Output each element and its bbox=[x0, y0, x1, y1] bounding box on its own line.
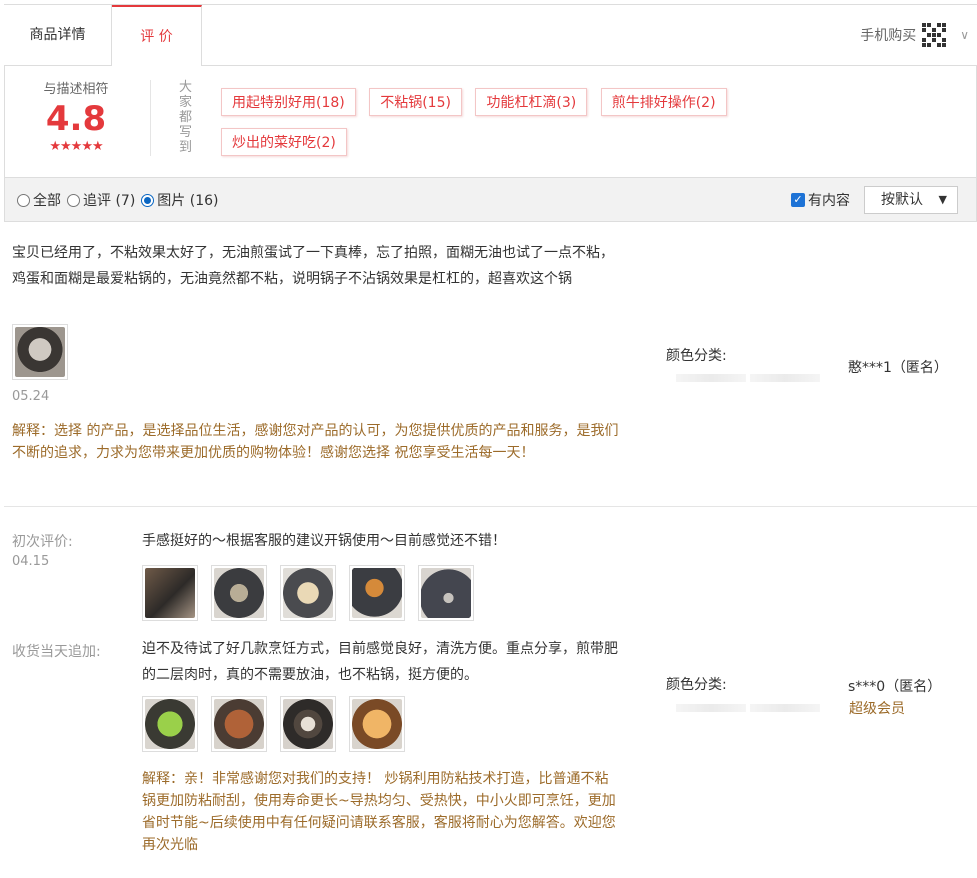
color-category-label: 颜色分类: bbox=[666, 348, 727, 364]
radio-selected-icon[interactable] bbox=[141, 193, 155, 207]
filter-bar: 全部 追评 (7) 图片 (16) ✓ 有内容 按默认 ▼ bbox=[4, 178, 977, 222]
review-photo[interactable] bbox=[280, 565, 336, 621]
score-value: 4.8 bbox=[45, 99, 107, 139]
mobile-buy-label: 手机购买 bbox=[860, 28, 917, 44]
review-photo[interactable] bbox=[211, 696, 267, 752]
filter-images-label: 图片 (16) bbox=[157, 193, 219, 209]
initial-review-label: 初次评价: bbox=[12, 534, 73, 550]
blurred-sku bbox=[676, 370, 821, 386]
divider bbox=[150, 80, 151, 156]
rating-summary: 与描述相符 4.8 ★★★★★ 大家都写到 用起特别好用(18) 不粘锅(15)… bbox=[4, 66, 977, 178]
review-date: 04.15 bbox=[12, 554, 50, 569]
filter-images[interactable]: 图片 (16) bbox=[141, 190, 218, 210]
mobile-buy[interactable]: 手机购买 ∨ bbox=[860, 5, 969, 65]
radio-icon[interactable] bbox=[17, 193, 30, 207]
review-tag[interactable]: 不粘锅(15) bbox=[369, 88, 462, 116]
seller-reply: 解释：亲！非常感谢您对我们的支持！ 炒锅利用防粘技术打造，比普通不粘锅更加防粘耐… bbox=[142, 768, 622, 856]
stove-photo bbox=[145, 568, 195, 618]
chevron-down-icon: ▼ bbox=[938, 193, 947, 206]
reply-label: 解释： bbox=[12, 423, 54, 439]
has-content-checkbox[interactable]: ✓ 有内容 bbox=[791, 190, 850, 210]
review-divider bbox=[4, 506, 977, 507]
blurred-text bbox=[750, 374, 821, 382]
tab-reviews[interactable]: 评 价 bbox=[112, 5, 202, 68]
tab-bar: 商品详情 评 价 手机购买 ∨ bbox=[4, 4, 977, 68]
review-tag[interactable]: 用起特别好用(18) bbox=[221, 88, 356, 116]
review-photo[interactable] bbox=[12, 324, 68, 380]
review-photo[interactable] bbox=[211, 565, 267, 621]
score-label: 与描述相符 bbox=[43, 82, 109, 97]
radio-icon[interactable] bbox=[67, 193, 80, 207]
everyone-says-label: 大家都写到 bbox=[179, 80, 193, 155]
followup-text: 迫不及待试了好几款烹饪方式，目前感觉良好，清洗方便。重点分享，煎带肥的二层肉时，… bbox=[142, 641, 618, 683]
reply-text: 选择 的产品，是选择品位生活，感谢您对产品的认可，为您提供优质的产品和服务，是我… bbox=[12, 423, 619, 461]
review-photo[interactable] bbox=[142, 565, 198, 621]
review-photo[interactable] bbox=[418, 565, 474, 621]
tab-product-details[interactable]: 商品详情 bbox=[4, 5, 112, 67]
food-photo bbox=[214, 699, 264, 749]
seller-reply: 解释：选择 的产品，是选择品位生活，感谢您对产品的认可，为您提供优质的产品和服务… bbox=[12, 420, 622, 464]
review-photo[interactable] bbox=[349, 696, 405, 752]
color-category: 颜色分类: bbox=[666, 345, 727, 365]
pan-photo bbox=[421, 568, 471, 618]
reply-text: 亲！非常感谢您对我们的支持！ 炒锅利用防粘技术打造，比普通不粘锅更加防粘耐刮，使… bbox=[142, 771, 616, 853]
reply-label: 解释： bbox=[142, 771, 184, 787]
review-date: 05.24 bbox=[12, 389, 50, 404]
filter-followup[interactable]: 追评 (7) bbox=[67, 190, 135, 210]
filter-radios: 全部 追评 (7) 图片 (16) bbox=[17, 190, 218, 210]
pan-photo bbox=[283, 568, 333, 618]
food-photo bbox=[352, 699, 402, 749]
food-photo bbox=[283, 699, 333, 749]
review-tag[interactable]: 煎牛排好操作(2) bbox=[600, 88, 727, 116]
filter-all-label: 全部 bbox=[33, 193, 61, 209]
color-category: 颜色分类: bbox=[666, 674, 727, 694]
review-tags: 用起特别好用(18) 不粘锅(15) 功能杠杠滴(3) 煎牛排好操作(2) 炒出… bbox=[221, 88, 781, 168]
reviewer-name[interactable]: 憨***1（匿名） bbox=[848, 357, 948, 377]
score-box: 与描述相符 4.8 ★★★★★ bbox=[5, 78, 147, 154]
color-category-label: 颜色分类: bbox=[666, 677, 727, 693]
checkbox-checked-icon[interactable]: ✓ bbox=[791, 193, 805, 207]
review-photo[interactable] bbox=[349, 565, 405, 621]
sort-select[interactable]: 按默认 ▼ bbox=[864, 186, 958, 214]
food-photo bbox=[145, 699, 195, 749]
blurred-text bbox=[676, 704, 746, 712]
chevron-down-icon[interactable]: ∨ bbox=[960, 28, 969, 42]
pan-photo bbox=[214, 568, 264, 618]
vip-badge: 超级会员 bbox=[849, 701, 905, 717]
sort-value: 按默认 bbox=[881, 192, 923, 208]
review-text: 宝贝已经用了，不粘效果太好了，无油煎蛋试了一下真棒，忘了拍照，面糊无油也试了一点… bbox=[12, 245, 614, 287]
filter-all[interactable]: 全部 bbox=[17, 190, 61, 210]
blurred-text bbox=[676, 374, 746, 382]
has-content-label: 有内容 bbox=[808, 193, 850, 209]
review-text: 手感挺好的～根据客服的建议开锅使用～目前感觉还不错！ bbox=[142, 533, 506, 549]
followup-label: 收货当天追加: bbox=[12, 644, 101, 660]
review-photo[interactable] bbox=[280, 696, 336, 752]
filter-followup-label: 追评 (7) bbox=[83, 193, 136, 209]
pan-photo bbox=[15, 327, 65, 377]
blurred-sku bbox=[676, 700, 821, 716]
review-photo[interactable] bbox=[142, 696, 198, 752]
pan-photo bbox=[352, 568, 402, 618]
reviewer-name[interactable]: s***0（匿名） bbox=[848, 676, 941, 696]
blurred-text bbox=[750, 704, 821, 712]
review-tag[interactable]: 功能杠杠滴(3) bbox=[475, 88, 588, 116]
review-tag[interactable]: 炒出的菜好吃(2) bbox=[221, 128, 347, 156]
qr-code-icon bbox=[922, 23, 947, 47]
star-rating-icon: ★★★★★ bbox=[49, 139, 103, 154]
